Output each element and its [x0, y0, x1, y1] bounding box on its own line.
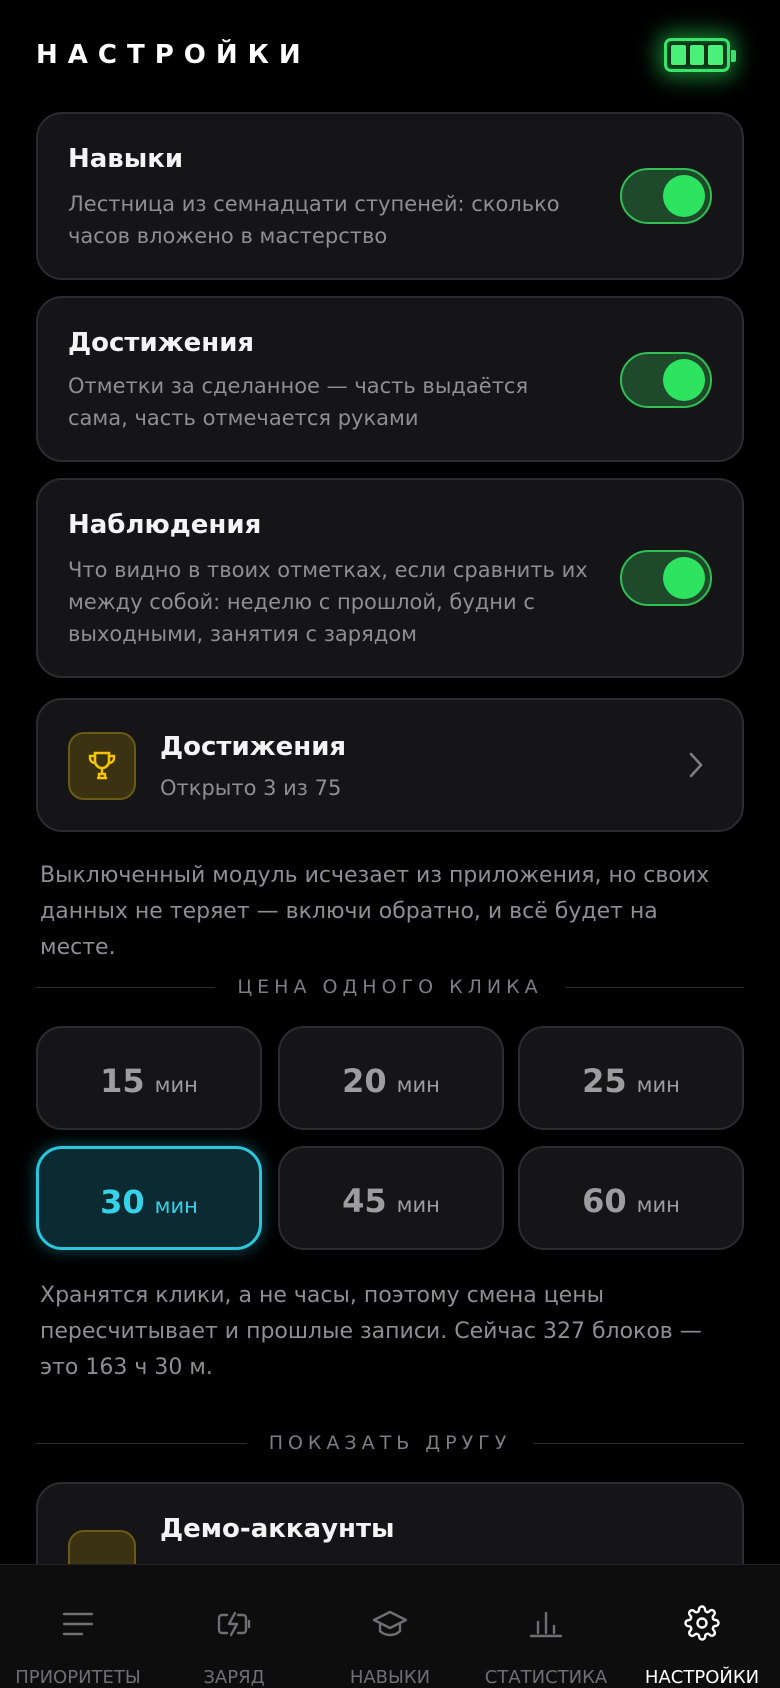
price-option-60[interactable]: 60 мин — [518, 1146, 744, 1250]
tab-label: НАВЫКИ — [349, 1667, 431, 1688]
module-card-skills: Навыки Лестница из семнадцати ступеней: … — [36, 112, 744, 280]
tab-skills[interactable]: НАВЫКИ — [312, 1565, 468, 1688]
module-description: Отметки за сделанное — часть выдаётся са… — [68, 374, 529, 430]
gear-icon — [684, 1605, 720, 1641]
modules-note: Выключенный модуль исчезает из приложени… — [40, 863, 710, 960]
module-title: Наблюдения — [68, 510, 262, 540]
price-value: 15 — [100, 1062, 145, 1100]
click-price-note: Хранятся клики, а не часы, поэтому смена… — [40, 1283, 702, 1380]
achievements-link-subtitle: Открыто 3 из 75 — [160, 776, 342, 800]
observations-toggle[interactable] — [620, 550, 712, 606]
trophy-icon — [68, 732, 136, 800]
module-card-achievements: Достижения Отметки за сделанное — часть … — [36, 296, 744, 462]
price-option-45[interactable]: 45 мин — [278, 1146, 504, 1250]
tab-label: НАСТРОЙКИ — [644, 1667, 760, 1688]
price-value: 60 — [582, 1182, 627, 1220]
tab-statistics[interactable]: СТАТИСТИКА — [468, 1565, 624, 1688]
achievements-toggle[interactable] — [620, 352, 712, 408]
price-value: 30 — [100, 1183, 145, 1221]
module-title: Навыки — [68, 144, 184, 174]
share-section-header: ПОКАЗАТЬ ДРУГУ — [36, 1428, 745, 1458]
graduation-cap-icon — [372, 1610, 408, 1637]
skills-toggle[interactable] — [620, 168, 712, 224]
charge-icon — [217, 1611, 251, 1637]
module-description: Что видно в твоих отметках, если сравнит… — [68, 558, 588, 646]
price-unit: мин — [396, 1073, 440, 1097]
section-title: ПОКАЗАТЬ ДРУГУ — [268, 1432, 512, 1454]
price-option-30-selected[interactable]: 30 мин — [36, 1146, 262, 1250]
price-value: 20 — [342, 1062, 387, 1100]
achievements-link[interactable]: Достижения Открыто 3 из 75 — [36, 698, 744, 832]
price-unit: мин — [154, 1194, 198, 1218]
click-price-section-header: ЦЕНА ОДНОГО КЛИКА — [36, 972, 744, 1002]
module-title: Достижения — [68, 328, 255, 358]
price-unit: мин — [396, 1193, 440, 1217]
header: НАСТРОЙКИ — [0, 0, 780, 112]
bar-chart-icon — [529, 1611, 563, 1638]
tab-label: СТАТИСТИКА — [484, 1667, 608, 1688]
demo-accounts-title: Демо-аккаунты — [160, 1514, 395, 1544]
price-unit: мин — [636, 1193, 680, 1217]
tab-bar: ПРИОРИТЕТЫ ЗАРЯД НАВЫКИ СТАТИСТИКА НАСТР… — [0, 1564, 780, 1688]
price-value: 25 — [582, 1062, 627, 1100]
tab-charge[interactable]: ЗАРЯД — [156, 1565, 312, 1688]
section-title: ЦЕНА ОДНОГО КЛИКА — [237, 976, 543, 998]
divider — [36, 986, 216, 988]
price-unit: мин — [154, 1073, 198, 1097]
toggle-knob — [663, 359, 705, 401]
divider — [36, 1442, 247, 1444]
chevron-right-icon — [689, 752, 703, 778]
tab-label: ПРИОРИТЕТЫ — [15, 1667, 141, 1688]
price-value: 45 — [342, 1182, 387, 1220]
toggle-knob — [663, 175, 705, 217]
divider — [564, 986, 744, 988]
price-unit: мин — [636, 1073, 680, 1097]
tab-label: ЗАРЯД — [203, 1667, 265, 1688]
battery-full-icon — [664, 38, 736, 72]
module-card-observations: Наблюдения Что видно в твоих отметках, е… — [36, 478, 744, 678]
price-option-25[interactable]: 25 мин — [518, 1026, 744, 1130]
achievements-link-title: Достижения — [160, 732, 347, 762]
tab-settings[interactable]: НАСТРОЙКИ — [624, 1565, 780, 1688]
tab-priorities[interactable]: ПРИОРИТЕТЫ — [0, 1565, 156, 1688]
module-description: Лестница из семнадцати ступеней: сколько… — [68, 192, 560, 248]
divider — [533, 1442, 745, 1444]
price-option-15[interactable]: 15 мин — [36, 1026, 262, 1130]
page-title: НАСТРОЙКИ — [36, 40, 311, 70]
list-icon — [62, 1612, 94, 1636]
toggle-knob — [663, 557, 705, 599]
price-option-20[interactable]: 20 мин — [278, 1026, 504, 1130]
